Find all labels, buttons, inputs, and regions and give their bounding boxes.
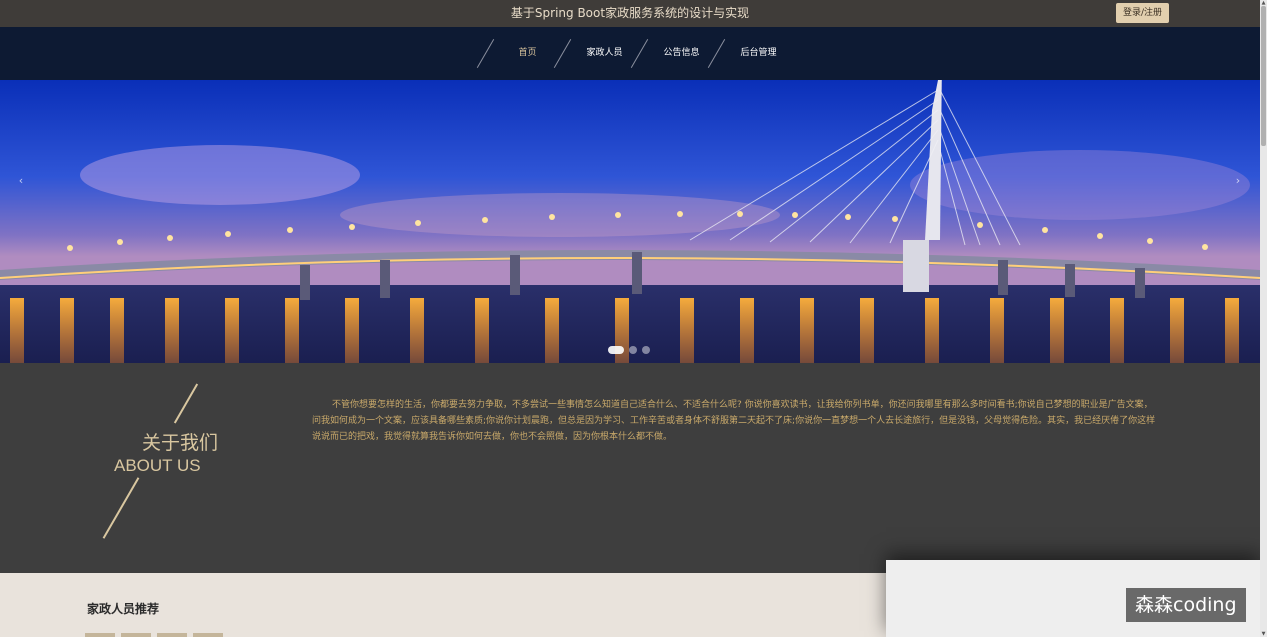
about-title-en: ABOUT US [114,456,201,475]
staff-thumbnails [85,633,223,637]
banner-dot-1[interactable] [608,346,624,354]
top-bar: 基于Spring Boot家政服务系统的设计与实现 登录/注册 [0,0,1260,27]
banner-dot-2[interactable] [629,346,637,354]
staff-section-title: 家政人员推荐 [87,602,160,616]
about-title-cn: 关于我们 [142,432,219,454]
nav-divider [476,38,495,69]
scrollbar-thumb[interactable] [1261,6,1266,146]
banner-image [0,80,1260,363]
staff-thumbnail[interactable] [193,633,223,637]
main-nav: 首页 家政人员 公告信息 后台管理 [0,27,1260,80]
chevron-left-icon: ‹ [18,174,24,187]
nav-item-home[interactable]: 首页 [476,27,562,80]
staff-thumbnail[interactable] [85,633,115,637]
chevron-right-icon: › [1235,174,1241,187]
nav-item-admin[interactable]: 后台管理 [707,27,793,80]
watermark: 森森coding [1126,588,1246,622]
site-title: 基于Spring Boot家政服务系统的设计与实现 [510,6,750,20]
nav-item-label: 首页 [518,48,537,58]
about-text: 不管你想要怎样的生活，你都要去努力争取，不多尝试一些事情怎么知道自己适合什么、不… [312,400,1156,442]
about-decor-line-bottom [102,477,140,539]
banner-pagination [608,346,650,354]
page-scrollbar[interactable]: ▲ ▼ [1260,0,1267,637]
nav-item-label: 后台管理 [740,48,777,58]
login-register-button[interactable]: 登录/注册 [1116,3,1170,23]
banner-dot-3[interactable] [642,346,650,354]
banner-prev-button[interactable]: ‹ [12,172,30,190]
nav-item-staff[interactable]: 家政人员 [553,27,639,80]
about-section: 关于我们 ABOUT US 不管你想要怎样的生活，你都要去努力争取，不多尝试一些… [0,363,1260,573]
staff-thumbnail[interactable] [157,633,187,637]
nav-menu: 首页 家政人员 公告信息 后台管理 [476,27,793,80]
banner-next-button[interactable]: › [1229,172,1247,190]
nav-item-notices[interactable]: 公告信息 [630,27,716,80]
about-decor-line-top [173,383,199,424]
staff-thumbnail[interactable] [121,633,151,637]
hero-banner[interactable] [0,80,1260,363]
scroll-down-icon[interactable]: ▼ [1260,631,1267,637]
nav-item-label: 公告信息 [663,48,700,58]
nav-item-label: 家政人员 [586,48,623,58]
